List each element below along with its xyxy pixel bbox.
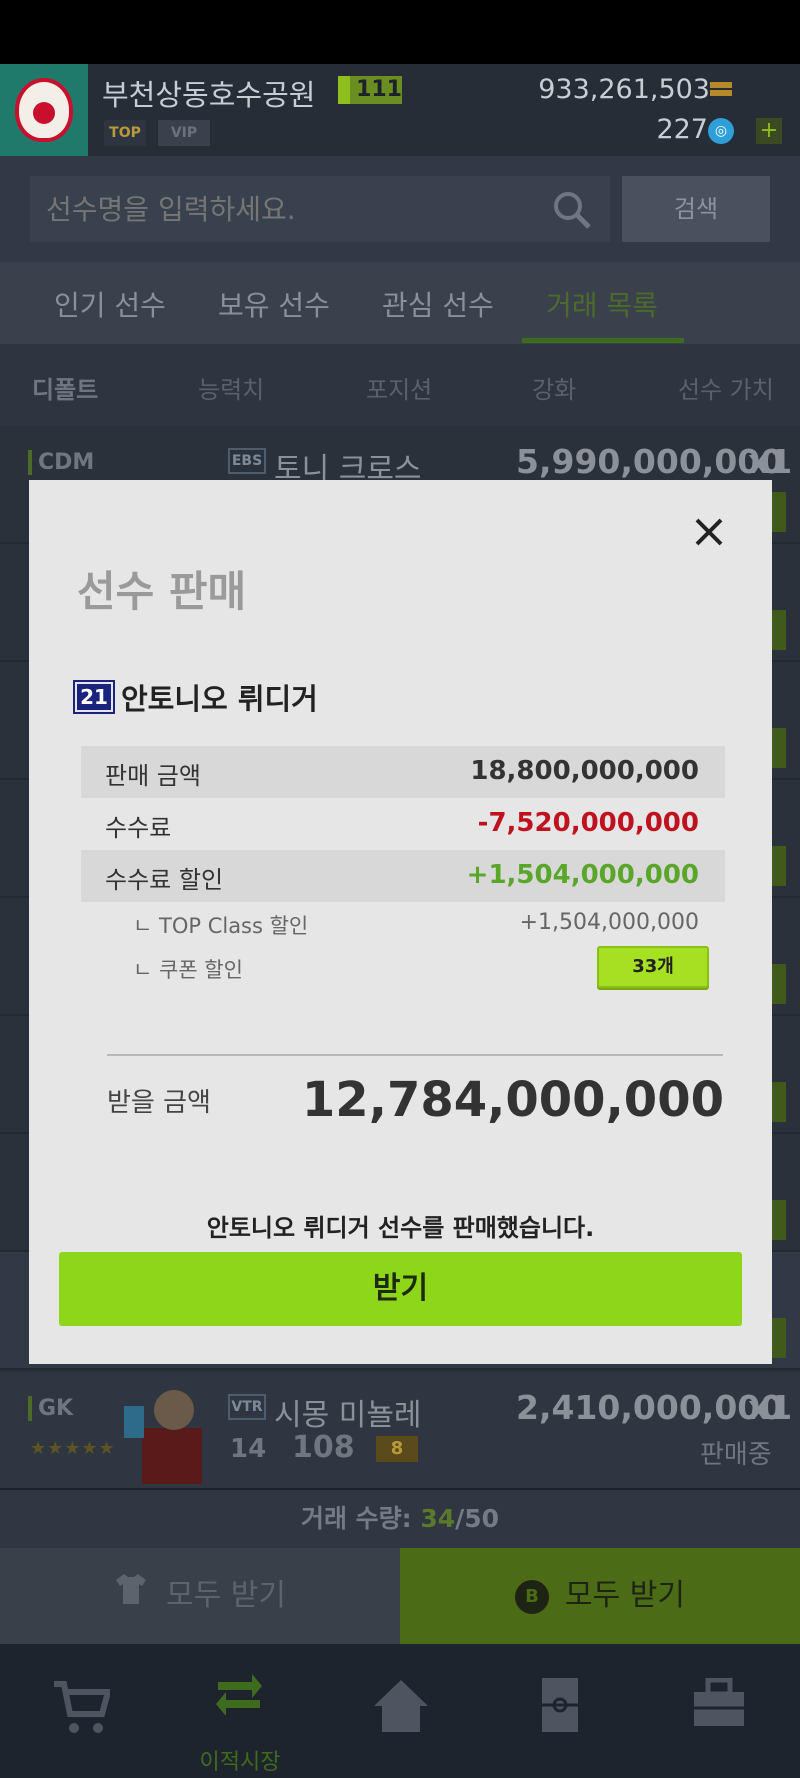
fee-discount-row: 수수료 할인 +1,504,000,000: [81, 850, 725, 902]
sale-amount-value: 18,800,000,000: [470, 756, 699, 786]
coupon-discount-row: ㄴ 쿠폰 할인 33개: [81, 946, 725, 990]
receive-button[interactable]: 받기: [59, 1252, 742, 1326]
fee-discount-label: 수수료 할인: [105, 866, 224, 894]
coupon-label: ㄴ 쿠폰 할인: [133, 958, 243, 982]
sell-player-modal: 선수 판매 21 안토니오 뤼디거 판매 금액 18,800,000,000 수…: [29, 480, 772, 1364]
modal-title: 선수 판매: [77, 567, 247, 616]
sold-message: 안토니오 뤼디거 선수를 판매했습니다.: [206, 1214, 595, 1242]
fee-row: 수수료 -7,520,000,000: [81, 798, 725, 850]
divider: [107, 1054, 723, 1056]
fee-value: -7,520,000,000: [477, 808, 699, 838]
receive-amount-label: 받을 금액: [107, 1088, 211, 1118]
receive-amount-value: 12,784,000,000: [301, 1072, 724, 1128]
coupon-button[interactable]: 33개: [597, 946, 709, 988]
close-icon[interactable]: [685, 508, 733, 556]
fee-breakdown: 판매 금액 18,800,000,000 수수료 -7,520,000,000 …: [81, 746, 725, 990]
top-class-label: ㄴ TOP Class 할인: [133, 914, 309, 938]
top-class-value: +1,504,000,000: [519, 910, 699, 935]
player-line: 21 안토니오 뤼디거: [73, 676, 318, 718]
top-class-discount-row: ㄴ TOP Class 할인 +1,504,000,000: [81, 902, 725, 946]
fee-label: 수수료: [105, 814, 172, 842]
player-name: 안토니오 뤼디거: [121, 682, 318, 716]
sale-amount-label: 판매 금액: [105, 762, 201, 790]
season-badge: 21: [73, 680, 115, 714]
fee-discount-value: +1,504,000,000: [466, 860, 699, 890]
sale-amount-row: 판매 금액 18,800,000,000: [81, 746, 725, 798]
